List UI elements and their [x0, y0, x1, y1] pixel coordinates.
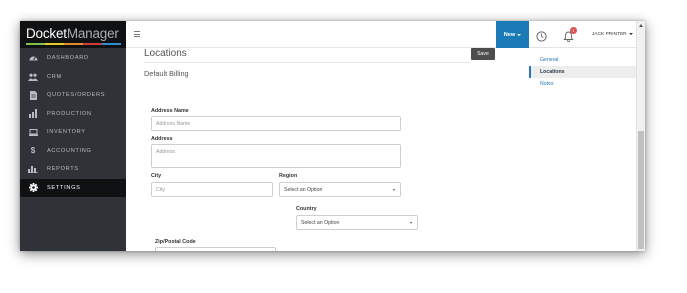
- address-name-input[interactable]: [151, 116, 401, 131]
- address-textarea[interactable]: [151, 144, 401, 168]
- sidebar-item-label: CRM: [47, 73, 62, 80]
- users-icon: [28, 72, 38, 82]
- logo[interactable]: DocketManager: [20, 21, 126, 48]
- title-divider: [144, 62, 469, 63]
- tab-notes[interactable]: Notes: [529, 78, 637, 90]
- city-label: City: [151, 173, 162, 179]
- country-select[interactable]: Select an Option: [296, 215, 418, 230]
- logo-text-part1: Docket: [26, 26, 67, 41]
- tab-locations[interactable]: Locations: [529, 66, 637, 78]
- chevron-down-icon: [393, 188, 395, 191]
- save-button[interactable]: Save: [471, 48, 495, 60]
- chevron-down-icon: [517, 33, 522, 36]
- chevron-down-icon: [628, 32, 633, 35]
- bar-chart-icon: [28, 164, 38, 174]
- sidebar-item-label: SETTINGS: [47, 184, 81, 191]
- sidebar-item-label: PRODUCTION: [47, 110, 92, 117]
- dollar-icon: $: [30, 146, 36, 156]
- city-input[interactable]: [151, 182, 273, 197]
- sidebar-item-label: DASHBOARD: [47, 55, 89, 62]
- notification-badge: 1: [570, 27, 577, 34]
- sidebar-item-quotes-orders[interactable]: QUOTES/ORDERS: [20, 86, 126, 105]
- inventory-icon: [28, 127, 38, 137]
- sidebar-item-inventory[interactable]: INVENTORY: [20, 123, 126, 142]
- chevron-down-icon: [410, 221, 412, 224]
- scroll-up-arrow-icon[interactable]: [639, 24, 643, 27]
- region-label: Region: [279, 173, 298, 179]
- zip-input[interactable]: [155, 247, 276, 251]
- sidebar-item-dashboard[interactable]: DASHBOARD: [20, 49, 126, 68]
- logo-text-part2: Manager: [66, 26, 119, 41]
- new-button-label: New: [503, 31, 516, 38]
- logo-color-stripe: [26, 43, 121, 45]
- sidebar-item-settings[interactable]: SETTINGS: [20, 178, 126, 197]
- page-title: Locations: [144, 48, 187, 59]
- address-name-label: Address Name: [151, 108, 189, 114]
- document-icon: [28, 90, 38, 100]
- logo-text: DocketManager: [26, 26, 119, 42]
- app-window: DocketManager DASHBOARD CRM QUOTES/ORDER…: [20, 21, 645, 251]
- sidebar-item-label: REPORTS: [47, 166, 79, 173]
- country-select-value: Select an Option: [301, 219, 340, 226]
- region-select[interactable]: Select an Option: [279, 182, 401, 197]
- sidebar-item-label: ACCOUNTING: [47, 147, 92, 154]
- sidebar-item-reports[interactable]: REPORTS: [20, 160, 126, 179]
- sidebar-item-production[interactable]: PRODUCTION: [20, 105, 126, 124]
- sidebar-nav: DASHBOARD CRM QUOTES/ORDERS PRODUCTION I…: [20, 49, 126, 197]
- section-title: Default Billing: [144, 69, 189, 78]
- hamburger-menu-icon[interactable]: [134, 31, 140, 37]
- new-button[interactable]: New: [496, 21, 529, 48]
- region-select-value: Select an Option: [284, 186, 323, 193]
- clock-icon[interactable]: [536, 29, 547, 42]
- sidebar-item-crm[interactable]: CRM: [20, 68, 126, 87]
- tab-general[interactable]: General: [529, 54, 637, 66]
- country-label: Country: [296, 206, 317, 212]
- zip-label: Zip/Postal Code: [155, 239, 196, 245]
- gear-icon: [28, 183, 38, 193]
- top-bar: New 1 JACK PRINTER: [126, 21, 645, 48]
- sidebar: DocketManager DASHBOARD CRM QUOTES/ORDER…: [20, 21, 126, 251]
- sidebar-item-accounting[interactable]: $ ACCOUNTING: [20, 142, 126, 161]
- address-label: Address: [151, 136, 173, 142]
- user-menu[interactable]: JACK PRINTER: [592, 32, 633, 37]
- production-icon: [28, 109, 38, 119]
- scrollbar-thumb[interactable]: [638, 131, 644, 249]
- dashboard-icon: [28, 53, 38, 63]
- user-name: JACK PRINTER: [592, 32, 627, 37]
- vertical-scrollbar[interactable]: [636, 21, 645, 251]
- sidebar-item-label: QUOTES/ORDERS: [47, 92, 106, 99]
- sidebar-item-label: INVENTORY: [47, 129, 86, 136]
- main-content: Locations Save Default Billing Address N…: [126, 48, 637, 251]
- settings-tabs: General Locations Notes: [529, 54, 637, 90]
